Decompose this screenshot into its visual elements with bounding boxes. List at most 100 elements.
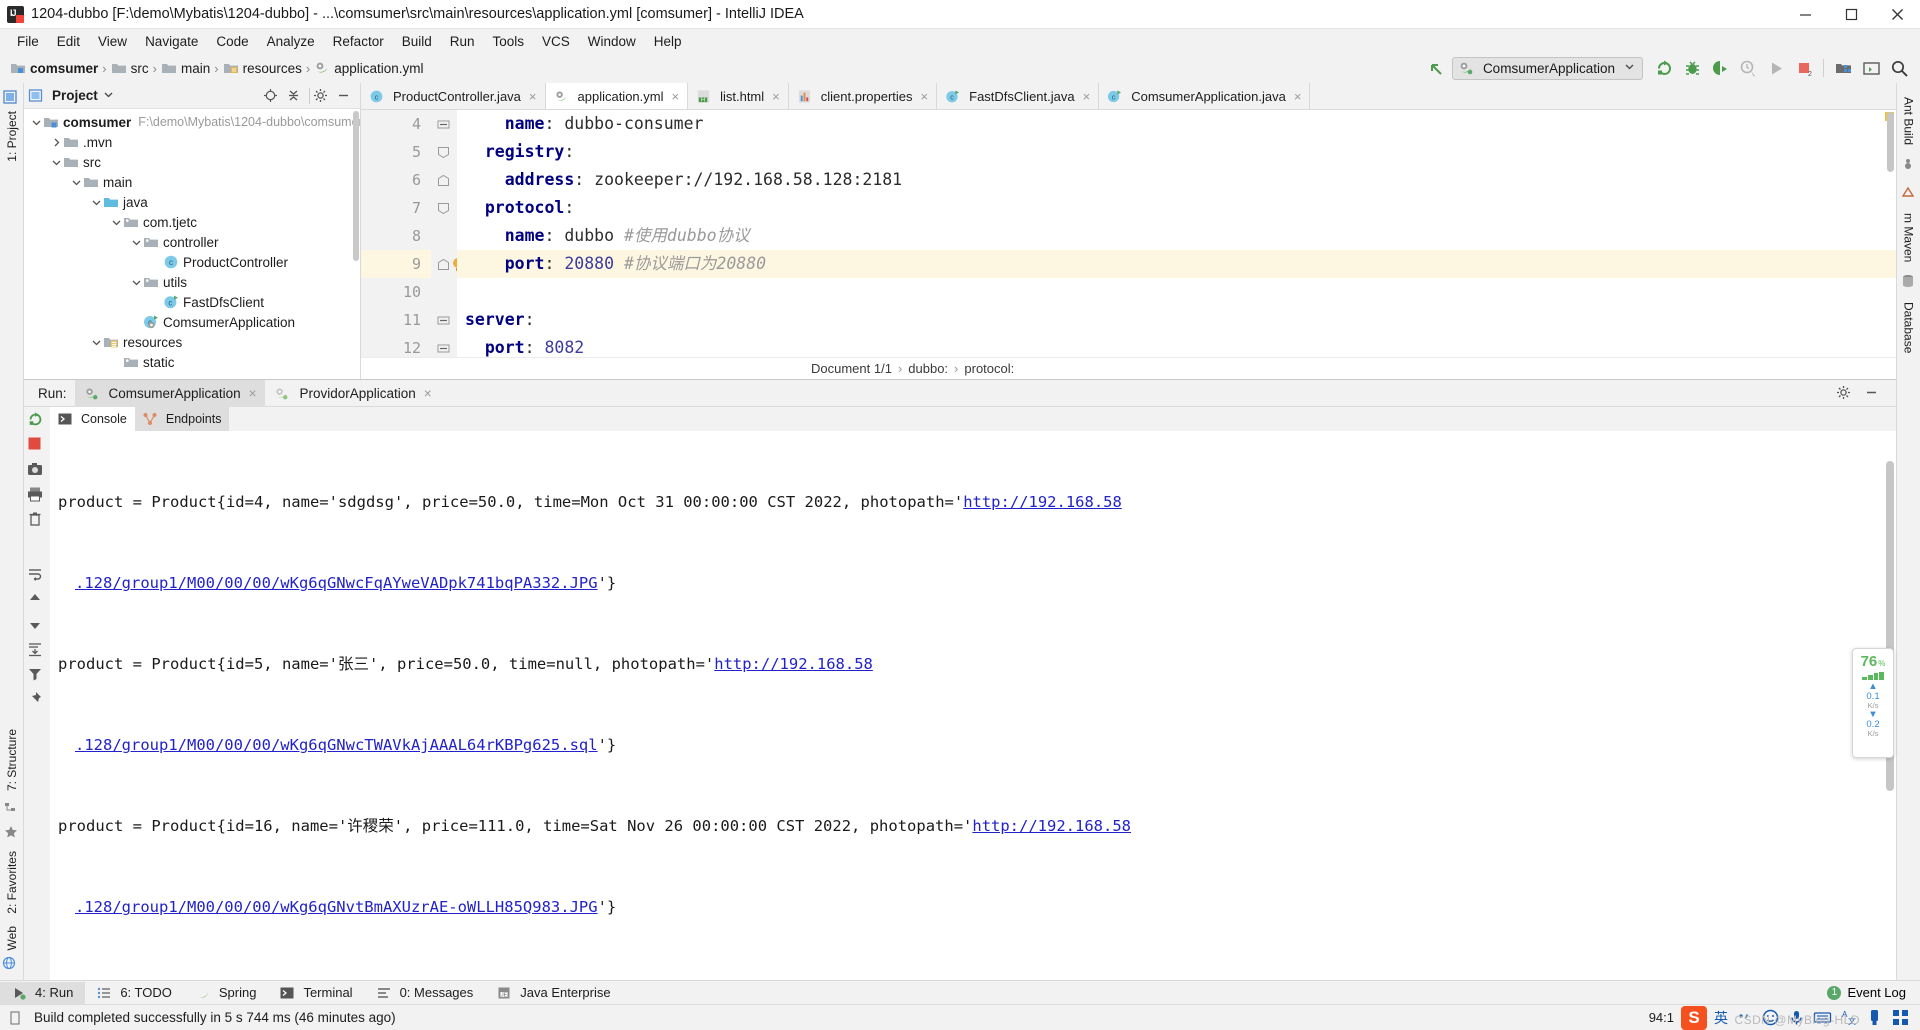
code-line-11[interactable]: server: <box>457 306 1896 334</box>
sidebar-item-favorites[interactable]: 2: Favorites <box>2 845 22 920</box>
sidebar-item-database[interactable]: Database <box>1899 296 1919 359</box>
expanded-twisty-icon[interactable] <box>90 196 103 209</box>
code-line-7[interactable]: protocol: <box>457 194 1896 222</box>
menu-file[interactable]: File <box>8 32 48 51</box>
locate-icon[interactable] <box>263 88 279 104</box>
fold-minus-icon[interactable] <box>437 342 450 355</box>
bottom-item-run[interactable]: 4: Run <box>0 981 86 1004</box>
tab-endpoints[interactable]: Endpoints <box>134 407 230 431</box>
bottom-item-messages[interactable]: 0: Messages <box>365 982 486 1004</box>
tree-row-comsumer[interactable]: comsumer F:\demo\Mybatis\1204-dubbo\coms… <box>24 112 360 132</box>
tab-productcontroller-java[interactable]: c ProductController.java × <box>361 83 546 109</box>
sidebar-item-web[interactable]: Web <box>2 920 22 956</box>
tools-icon[interactable] <box>1865 1008 1884 1027</box>
tree-row-utils[interactable]: utils <box>24 272 360 292</box>
run-configuration-selector[interactable]: ComsumerApplication <box>1451 56 1643 80</box>
expanded-twisty-icon[interactable] <box>50 156 63 169</box>
code-editor[interactable]: 4 5 6 7 8 9 10 11 12 name: dubbo-consume… <box>361 110 1896 357</box>
console-link[interactable]: .128/group1/M00/00/00/wKg6qGNwcTWAVkAjAA… <box>75 736 598 754</box>
code-line-6[interactable]: address: zookeeper://192.168.58.128:2181 <box>457 166 1896 194</box>
settings-icon[interactable] <box>1836 385 1852 401</box>
breadcrumb-document[interactable]: Document 1/1 <box>811 361 892 376</box>
run-tab-providorapplication[interactable]: ProvidorApplication × <box>265 380 440 407</box>
close-icon[interactable]: × <box>772 89 780 104</box>
run-icon[interactable] <box>1763 56 1789 80</box>
tab-comsumerapplication-java[interactable]: c ComsumerApplication.java × <box>1099 83 1311 109</box>
tab-console[interactable]: Console <box>50 407 135 431</box>
fold-arrow-up-icon[interactable] <box>437 174 450 187</box>
tree-row-static[interactable]: static <box>24 352 360 372</box>
bottom-item-todo[interactable]: 6: TODO <box>85 982 184 1004</box>
breadcrumb-item-src[interactable]: src <box>111 60 149 76</box>
soft-wrap-icon[interactable] <box>27 566 43 582</box>
run-with-coverage-icon[interactable] <box>1707 56 1733 80</box>
project-tree[interactable]: comsumer F:\demo\Mybatis\1204-dubbo\coms… <box>24 109 360 379</box>
run-tab-comsumerapplication[interactable]: ComsumerApplication × <box>74 379 266 407</box>
editor-scrollbar[interactable] <box>1887 112 1894 172</box>
close-icon[interactable]: × <box>672 89 680 104</box>
settings-icon[interactable] <box>313 88 329 104</box>
panel-icon[interactable] <box>1891 1008 1910 1027</box>
code-lines[interactable]: name: dubbo-consumer registry: address: … <box>457 110 1896 357</box>
expanded-twisty-icon[interactable] <box>30 116 43 129</box>
event-log-button[interactable]: Event Log <box>1847 985 1906 1000</box>
menu-view[interactable]: View <box>89 32 136 51</box>
code-line-8[interactable]: name: dubbo #使用dubbo协议 <box>457 222 1896 250</box>
stop-icon[interactable]: 2 <box>1791 56 1817 80</box>
filter-icon[interactable] <box>27 666 43 682</box>
menu-build[interactable]: Build <box>393 32 441 51</box>
close-icon[interactable]: × <box>921 89 929 104</box>
maximize-button[interactable] <box>1828 0 1874 29</box>
chevron-down-icon[interactable] <box>103 88 114 104</box>
bottom-item-java-enterprise[interactable]: JE Java Enterprise <box>485 982 622 1004</box>
tree-row-java[interactable]: java <box>24 192 360 212</box>
minimize-icon[interactable] <box>1864 385 1880 401</box>
menu-tools[interactable]: Tools <box>484 32 534 51</box>
up-icon[interactable] <box>27 591 43 607</box>
fold-minus-icon[interactable] <box>437 314 450 327</box>
back-arrow-icon[interactable] <box>1424 56 1450 80</box>
breadcrumb-dubbo[interactable]: dubbo: <box>908 361 948 376</box>
menu-run[interactable]: Run <box>441 32 484 51</box>
menu-refactor[interactable]: Refactor <box>324 32 393 51</box>
console-link[interactable]: .128/group1/M00/00/00/wKg6qGNwcFqAYweVAD… <box>75 574 598 592</box>
tree-row-product-controller[interactable]: c ProductController <box>24 252 360 272</box>
minimize-button[interactable] <box>1782 0 1828 29</box>
code-line-9[interactable]: port: 20880 #协议端口为20880 <box>457 250 1896 278</box>
fold-arrow-down-icon[interactable] <box>437 146 450 159</box>
sidebar-item-structure[interactable]: 7: Structure <box>2 723 22 797</box>
close-icon[interactable]: × <box>1294 89 1302 104</box>
network-speed-widget[interactable]: 76 % ▲ 0.1 K/s ▼ 0.2 K/s <box>1852 648 1894 758</box>
tab-application-yml[interactable]: application.yml × <box>545 83 689 109</box>
sidebar-item-project[interactable]: 1: Project <box>2 105 22 168</box>
breadcrumb-item-resources[interactable]: resources <box>223 60 302 76</box>
pin-icon[interactable] <box>27 691 43 707</box>
expanded-twisty-icon[interactable] <box>70 176 83 189</box>
menu-vcs[interactable]: VCS <box>533 32 579 51</box>
code-line-5[interactable]: registry: <box>457 138 1896 166</box>
close-icon[interactable]: × <box>529 89 537 104</box>
tree-row-src[interactable]: src <box>24 152 360 172</box>
bottom-item-spring[interactable]: Spring <box>184 982 269 1004</box>
tab-client-properties[interactable]: client.properties × <box>788 83 938 109</box>
sogou-ime-logo-icon[interactable]: S <box>1681 1005 1707 1030</box>
fold-minus-icon[interactable] <box>437 118 450 131</box>
sidebar-item-maven[interactable]: m Maven <box>1899 207 1919 268</box>
profiler-icon[interactable] <box>1735 56 1761 80</box>
close-icon[interactable]: × <box>424 386 432 401</box>
tree-row-controller[interactable]: controller <box>24 232 360 252</box>
tree-row-fastdfsclient[interactable]: c FastDfsClient <box>24 292 360 312</box>
stop-icon[interactable] <box>27 436 43 452</box>
code-folding-gutter[interactable] <box>431 110 463 357</box>
console-link[interactable]: http://192.168.58 <box>972 817 1131 835</box>
console-link[interactable]: .128/group1/M00/00/00/wKg6qGNvtBmAXUzrAE… <box>75 898 598 916</box>
sidebar-item-ant-build[interactable]: Ant Build <box>1899 91 1919 151</box>
ime-mode-indicator[interactable]: 英 <box>1714 1008 1728 1028</box>
expanded-twisty-icon[interactable] <box>130 236 143 249</box>
menu-edit[interactable]: Edit <box>48 32 89 51</box>
code-line-4[interactable]: name: dubbo-consumer <box>457 110 1896 138</box>
menu-help[interactable]: Help <box>645 32 691 51</box>
expanded-twisty-icon[interactable] <box>90 336 103 349</box>
bottom-item-terminal[interactable]: Terminal <box>268 982 364 1004</box>
trash-icon[interactable] <box>27 511 43 527</box>
